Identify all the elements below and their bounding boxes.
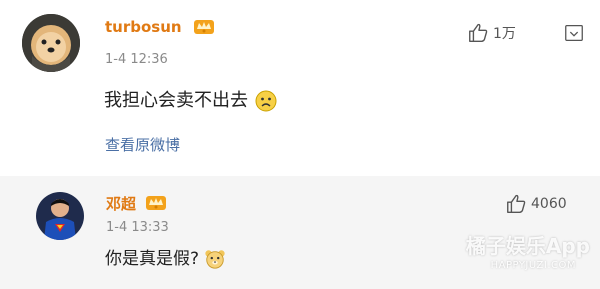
- comment-item-1: turbosun 1-4 12:36 我担心会卖不出去 查看原微博 1万: [0, 0, 600, 176]
- superman-avatar-icon: [36, 192, 84, 240]
- watermark-url: HAPPYJUZI.COM: [490, 260, 576, 271]
- comment-time: 1-4 13:33: [106, 220, 169, 235]
- like-count: 4060: [531, 196, 567, 212]
- dog-avatar-icon: [22, 14, 80, 72]
- like-button[interactable]: 4060: [505, 193, 567, 215]
- comment-text: 你是真是假?: [105, 244, 226, 270]
- like-button[interactable]: 1万: [467, 22, 516, 44]
- sad-face-emoji-icon: [255, 90, 277, 112]
- thumbs-up-icon: [507, 194, 526, 213]
- watermark-logo: 橘子娱乐App: [465, 234, 590, 258]
- username[interactable]: 邓超: [106, 193, 136, 214]
- comment-text: 我担心会卖不出去: [104, 86, 278, 113]
- username[interactable]: turbosun: [105, 18, 182, 36]
- crown-icon: [146, 196, 166, 210]
- more-options-icon[interactable]: [563, 22, 585, 44]
- bear-face-emoji-icon: [205, 250, 226, 269]
- user-avatar[interactable]: [22, 14, 80, 72]
- thumbs-up-icon: [469, 23, 488, 42]
- view-original-link[interactable]: 查看原微博: [105, 134, 180, 155]
- comment-time: 1-4 12:36: [105, 52, 168, 67]
- like-count: 1万: [493, 26, 516, 42]
- user-avatar[interactable]: [36, 192, 84, 240]
- crown-icon: [194, 20, 214, 34]
